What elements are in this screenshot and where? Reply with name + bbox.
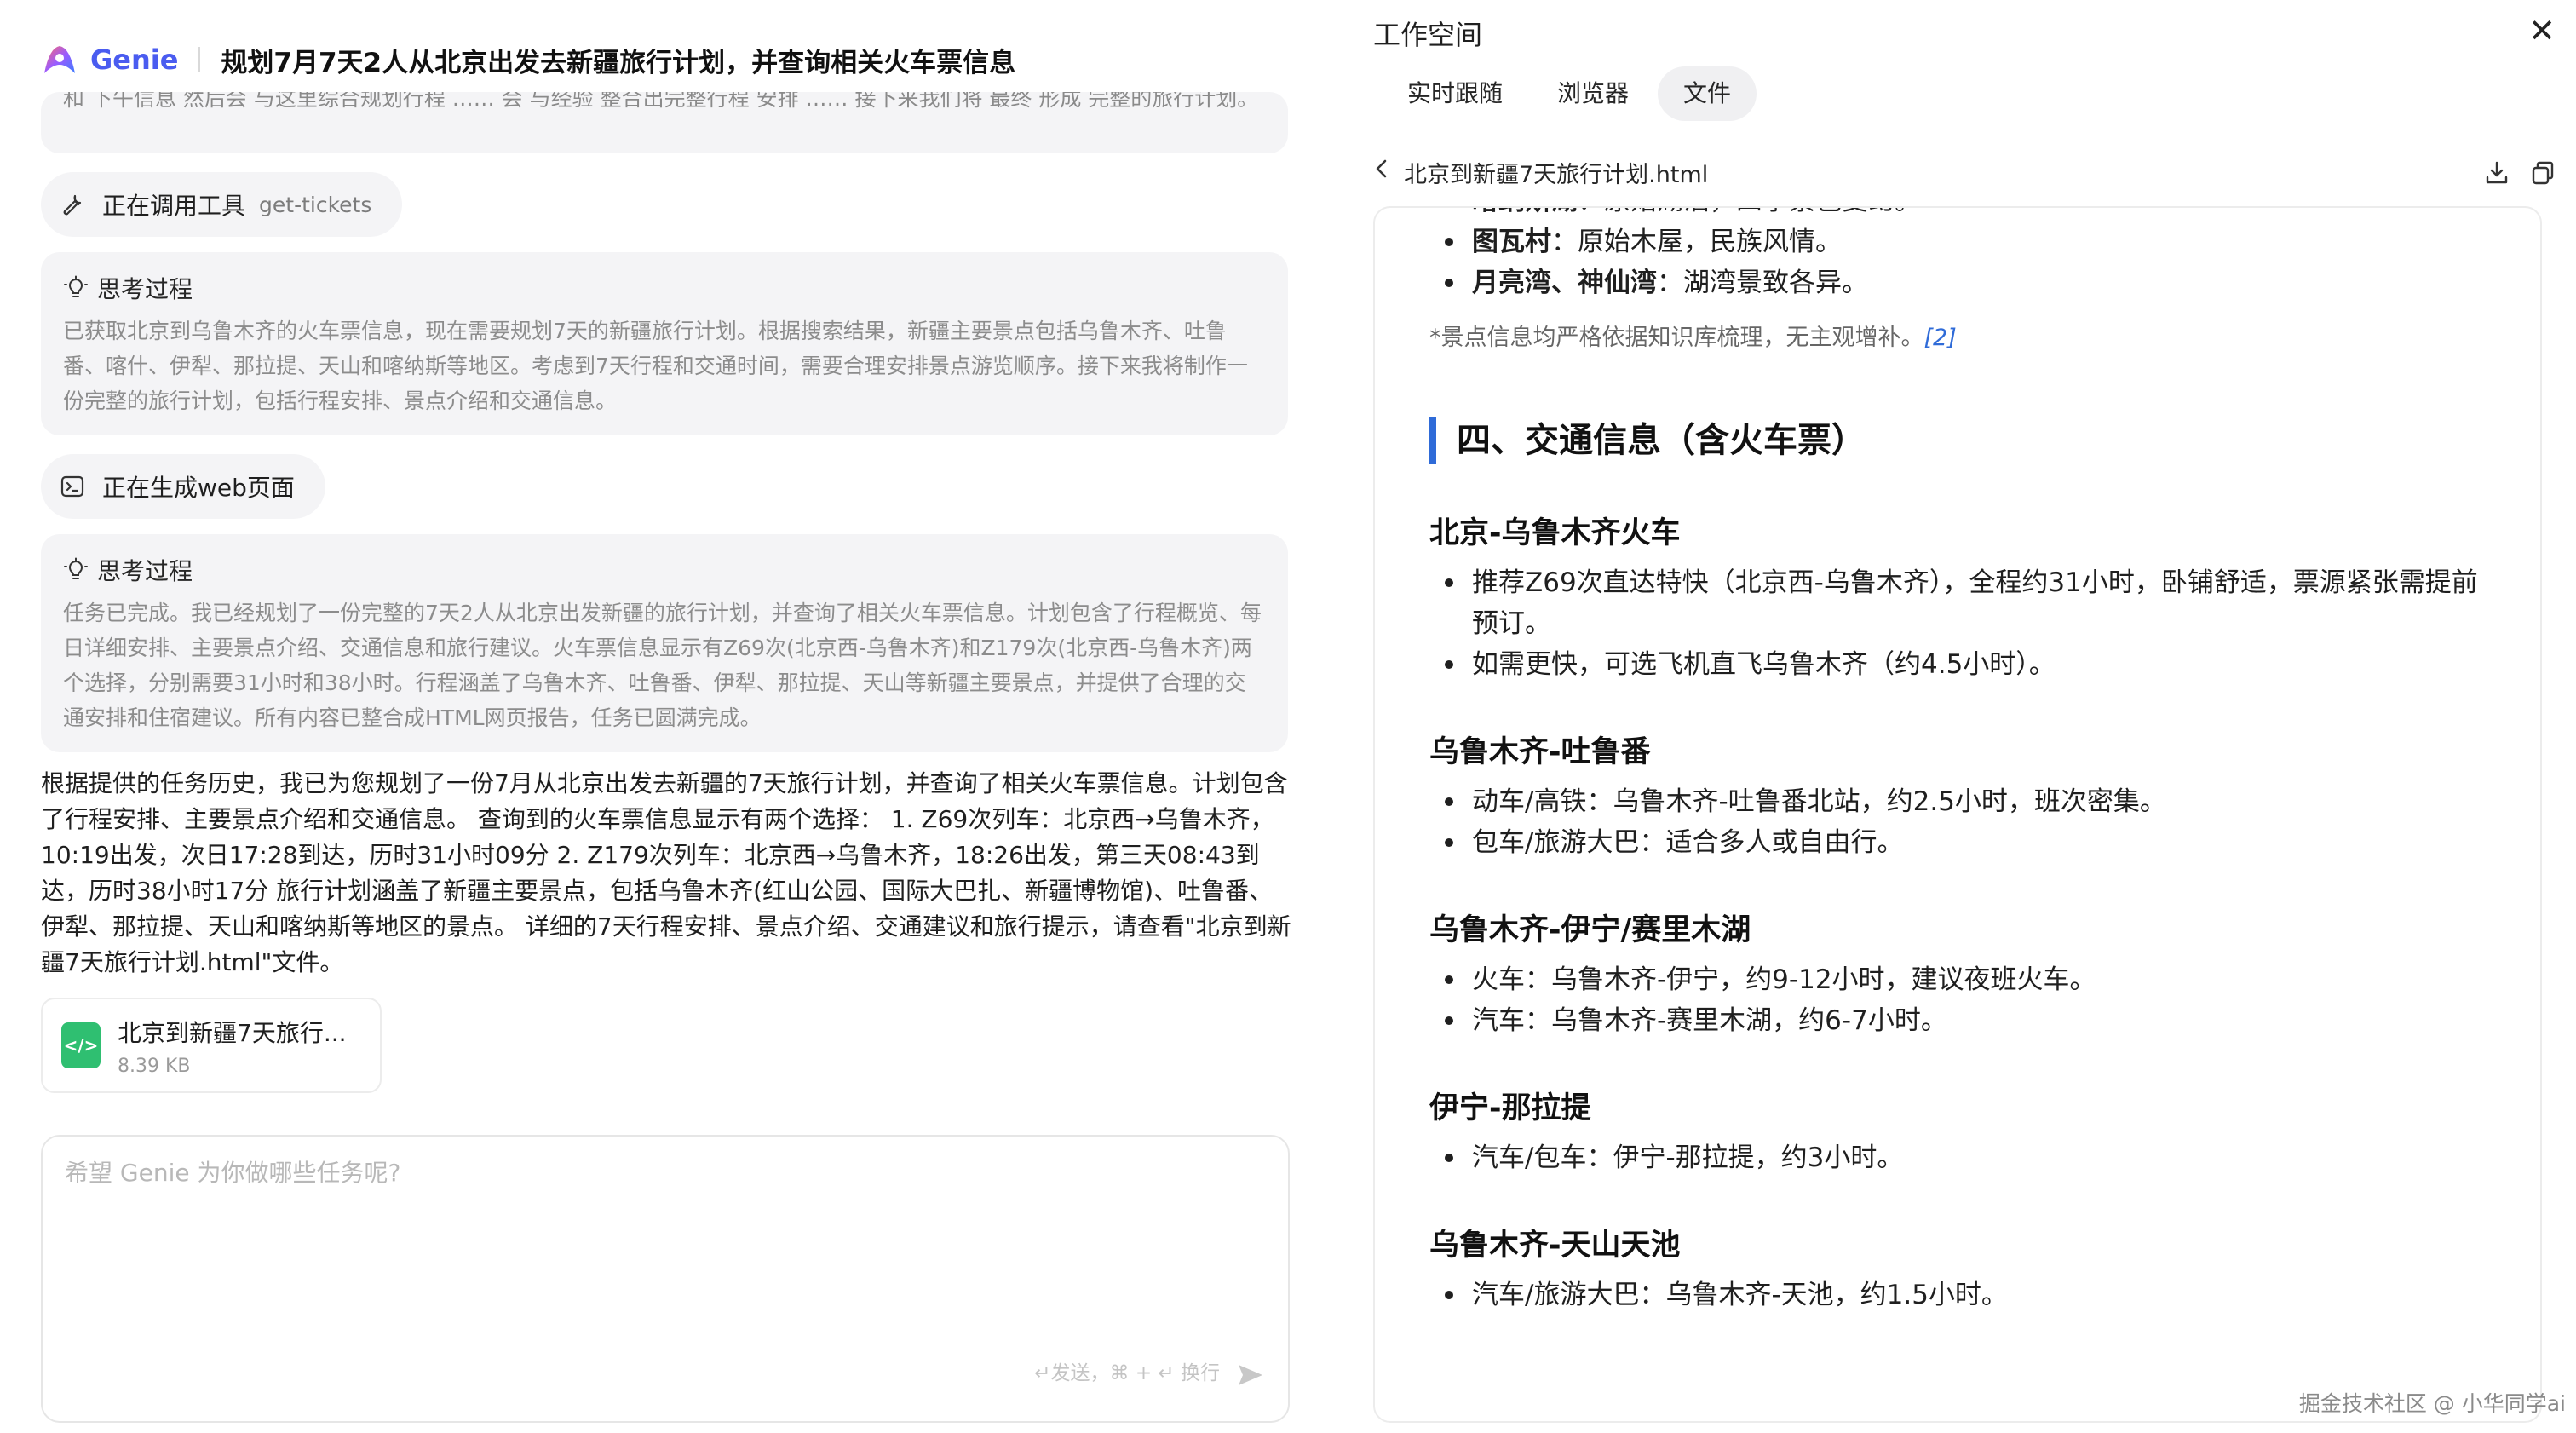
- tab-files[interactable]: 文件: [1658, 66, 1757, 121]
- section-heading: 四、交通信息（含火车票）: [1429, 417, 2503, 464]
- list-item: 推荐Z69次直达特快（北京西-乌鲁木齐），全程约31小时，卧铺舒适，票源紧张需提…: [1429, 562, 2503, 644]
- cut-off-line: 喀纳斯湖：原始湖泊，四季景色变幻。: [1429, 208, 2503, 222]
- document-content: 喀纳斯湖：原始湖泊，四季景色变幻。 图瓦村：原始木屋，民族风情。 月亮湾、神仙湾…: [1429, 208, 2503, 1315]
- message-input[interactable]: [65, 1159, 1257, 1187]
- route-list: 汽车/旅游大巴：乌鲁木齐-天池，约1.5小时。: [1429, 1275, 2503, 1315]
- list-item: 汽车/旅游大巴：乌鲁木齐-天池，约1.5小时。: [1429, 1275, 2503, 1315]
- list-item: 包车/旅游大巴：适合多人或自由行。: [1429, 822, 2503, 863]
- code-file-icon: </>: [61, 1022, 101, 1068]
- composer: ↵发送，⌘ + ↵ 换行: [41, 1135, 1290, 1423]
- html-preview[interactable]: 喀纳斯湖：原始湖泊，四季景色变幻。 图瓦村：原始木屋，民族风情。 月亮湾、神仙湾…: [1373, 206, 2542, 1423]
- route-list: 动车/高铁：乌鲁木齐-吐鲁番北站，约2.5小时，班次密集。 包车/旅游大巴：适合…: [1429, 781, 2503, 863]
- list-item: 喀纳斯湖：原始湖泊，四季景色变幻。: [1429, 208, 1921, 222]
- clipped-message: 和 下午信息 然后会 与这里综合规划行程 …… 会 与经验 整合出完整行程 安排…: [41, 92, 1288, 153]
- tab-live-follow[interactable]: 实时跟随: [1382, 66, 1528, 121]
- route-list: 汽车/包车：伊宁-那拉提，约3小时。: [1429, 1137, 2503, 1178]
- route-list: 火车：乌鲁木齐-伊宁，约9-12小时，建议夜班火车。 汽车：乌鲁木齐-赛里木湖，…: [1429, 959, 2503, 1041]
- workspace-title: 工作空间: [1373, 19, 1483, 51]
- route-heading: 北京-乌鲁木齐火车: [1429, 516, 1681, 550]
- list-item: 汽车：乌鲁木齐-赛里木湖，约6-7小时。: [1429, 1000, 2503, 1041]
- send-hint: ↵发送，⌘ + ↵ 换行: [1034, 1362, 1220, 1384]
- route-heading: 乌鲁木齐-吐鲁番: [1429, 735, 1651, 769]
- route-heading: 伊宁-那拉提: [1429, 1091, 1591, 1125]
- watermark: 掘金技术社区 @ 小华同学ai: [2298, 1391, 2566, 1416]
- file-actions: [2465, 158, 2557, 187]
- thinking-text: 已获取北京到乌鲁木齐的火车票信息，现在需要规划7天的新疆旅行计划。根据搜索结果，…: [63, 319, 1248, 413]
- header: Genie 规划7月7天2人从北京出发去新疆旅行计划，并查询相关火车票信息: [41, 37, 1015, 82]
- file-path: 北京到新疆7天旅行计划.html: [1404, 161, 1709, 188]
- message-list: 和 下午信息 然后会 与这里综合规划行程 …… 会 与经验 整合出完整行程 安排…: [41, 92, 1291, 1093]
- thinking-header[interactable]: 思考过程: [63, 553, 1266, 587]
- thinking-block: 思考过程 任务已完成。我已经规划了一份完整的7天2人从北京出发新疆的旅行计划，并…: [41, 534, 1288, 752]
- terminal-icon: [60, 474, 85, 499]
- tool-call-name: get-tickets: [259, 192, 372, 217]
- lightbulb-icon: [63, 557, 89, 583]
- logo-text: Genie: [90, 43, 179, 76]
- route-heading: 乌鲁木齐-天山天池: [1429, 1229, 1681, 1263]
- tool-call-status[interactable]: 正在调用工具 get-tickets: [41, 172, 403, 237]
- route-list: 推荐Z69次直达特快（北京西-乌鲁木齐），全程约31小时，卧铺舒适，票源紧张需提…: [1429, 562, 2503, 685]
- file-viewer-header: 北京到新疆7天旅行计划.html: [1373, 155, 2557, 189]
- web-gen-status[interactable]: 正在生成web页面: [41, 454, 325, 519]
- clipped-message-text: 和 下午信息 然后会 与这里综合规划行程 …… 会 与经验 整合出完整行程 安排…: [63, 92, 1259, 111]
- workspace-tabs: 实时跟随 浏览器 文件: [1382, 66, 1760, 121]
- file-attachment[interactable]: </> 北京到新疆7天旅行... 8.39 KB: [41, 998, 382, 1093]
- tab-browser[interactable]: 浏览器: [1532, 66, 1654, 121]
- thinking-title: 思考过程: [97, 557, 193, 585]
- close-icon[interactable]: ✕: [2527, 14, 2557, 47]
- assistant-answer: 根据提供的任务历史，我已为您规划了一份7月从北京出发去新疆的7天旅行计划，并查询…: [41, 769, 1291, 976]
- attraction-list: 图瓦村：原始木屋，民族风情。 月亮湾、神仙湾：湖湾景致各异。: [1429, 222, 2503, 303]
- workspace-panel: 工作空间 ✕ 实时跟随 浏览器 文件 北京到新疆7天旅行计划.html 图瓦村：…: [1373, 0, 2576, 1433]
- tool-icon: [60, 192, 85, 217]
- thinking-title: 思考过程: [97, 275, 193, 303]
- file-size: 8.39 KB: [118, 1055, 191, 1077]
- list-item: 汽车/包车：伊宁-那拉提，约3小时。: [1429, 1137, 2503, 1178]
- list-item: 火车：乌鲁木齐-伊宁，约9-12小时，建议夜班火车。: [1429, 959, 2503, 1000]
- route-heading: 乌鲁木齐-伊宁/赛里木湖: [1429, 913, 1751, 947]
- list-item: 月亮湾、神仙湾：湖湾景致各异。: [1429, 262, 2503, 303]
- file-meta: 北京到新疆7天旅行... 8.39 KB: [118, 1015, 347, 1077]
- file-name: 北京到新疆7天旅行...: [118, 1018, 347, 1047]
- list-item: 如需更快，可选飞机直飞乌鲁木齐（约4.5小时）。: [1429, 644, 2503, 685]
- reference-link[interactable]: [2]: [1924, 325, 1957, 351]
- source-note: *景点信息均严格依据知识库梳理，无主观增补。[2]: [1429, 325, 1957, 351]
- conversation-title: 规划7月7天2人从北京出发去新疆旅行计划，并查询相关火车票信息: [221, 47, 1016, 78]
- thinking-header[interactable]: 思考过程: [63, 271, 1266, 305]
- chat-panel: Genie 规划7月7天2人从北京出发去新疆旅行计划，并查询相关火车票信息 和 …: [0, 0, 1337, 1433]
- tool-call-label: 正在调用工具: [102, 192, 246, 220]
- thinking-text: 任务已完成。我已经规划了一份完整的7天2人从北京出发新疆的旅行计划，并查询了相关…: [63, 601, 1262, 730]
- web-gen-label: 正在生成web页面: [102, 474, 295, 502]
- title-divider: [198, 47, 201, 72]
- send-icon[interactable]: [1233, 1358, 1268, 1392]
- copy-icon[interactable]: [2528, 158, 2557, 187]
- list-item: 动车/高铁：乌鲁木齐-吐鲁番北站，约2.5小时，班次密集。: [1429, 781, 2503, 822]
- thinking-block: 思考过程 已获取北京到乌鲁木齐的火车票信息，现在需要规划7天的新疆旅行计划。根据…: [41, 252, 1288, 435]
- genie-logo-icon: [41, 43, 78, 77]
- chevron-left-icon[interactable]: [1373, 155, 1397, 189]
- lightbulb-icon: [63, 275, 89, 301]
- download-icon[interactable]: [2482, 158, 2511, 187]
- list-item: 图瓦村：原始木屋，民族风情。: [1429, 222, 2503, 262]
